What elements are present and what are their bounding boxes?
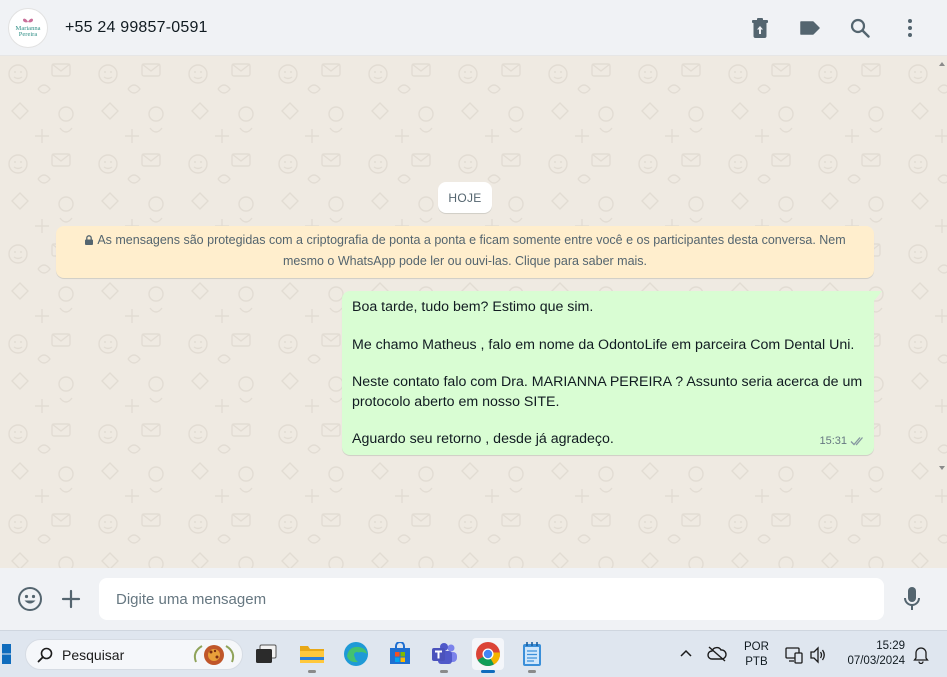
scroll-down-arrow-icon[interactable] (939, 466, 945, 470)
clock-date: 07/03/2024 (847, 655, 905, 667)
running-indicator (440, 670, 448, 673)
notepad-button[interactable] (516, 638, 548, 673)
chat-panel[interactable]: HOJE As mensagens são protegidas com a c… (0, 56, 947, 568)
message-composer (0, 568, 947, 630)
message-time: 15:31 (819, 434, 847, 447)
notification-bell-icon[interactable] (913, 646, 929, 664)
edge-browser-button[interactable] (340, 638, 372, 670)
label-chat-button[interactable] (795, 13, 825, 43)
file-explorer-button[interactable] (296, 638, 328, 673)
contact-avatar[interactable]: Marianna Pereira (8, 7, 48, 48)
folder-icon (300, 646, 324, 663)
chrome-icon (476, 642, 500, 667)
message-line: Aguardo seu retorno , desde já agradeço. (352, 431, 614, 447)
store-icon (390, 642, 410, 664)
search-icon (37, 647, 53, 662)
message-line: protocolo aberto em nosso SITE. (352, 393, 560, 410)
voice-message-button[interactable] (897, 584, 927, 614)
network-icon[interactable] (785, 646, 803, 664)
notepad-icon (523, 642, 541, 666)
system-clock[interactable]: 15:29 07/03/2024 (841, 639, 905, 669)
outgoing-message[interactable]: Boa tarde, tudo bem? Estimo que sim. Me … (342, 291, 882, 455)
input-language-indicator[interactable]: POR PTB (744, 640, 769, 670)
menu-icon (908, 19, 912, 37)
contact-name[interactable]: +55 24 99857-0591 (65, 19, 208, 37)
search-highlight-wreath-icon (193, 645, 235, 665)
chevron-up-icon[interactable] (679, 648, 693, 658)
emoji-icon (18, 587, 42, 611)
teams-icon (432, 643, 457, 664)
encryption-notice-line1: As mensagens são protegidas com a cripto… (97, 233, 846, 247)
chat-scrollbar[interactable] (937, 56, 947, 568)
message-input[interactable] (99, 578, 884, 620)
chrome-browser-button[interactable] (472, 638, 504, 673)
message-meta: 15:31 (819, 432, 866, 452)
windows-start-icon[interactable] (0, 643, 12, 665)
running-indicator (528, 670, 536, 673)
avatar-logo-text: Marianna Pereira (15, 24, 41, 38)
date-separator: HOJE (438, 182, 492, 213)
double-check-icon (850, 437, 863, 446)
task-view-button[interactable] (250, 638, 282, 670)
search-icon (850, 18, 870, 38)
microphone-icon (904, 587, 920, 610)
label-icon (800, 21, 820, 35)
microsoft-store-button[interactable] (384, 638, 416, 670)
encryption-notice-line2: mesmo o WhatsApp pode ler ou ouvi-las. C… (282, 254, 648, 268)
message-line: Neste contato falo com Dra. MARIANNA PER… (352, 374, 863, 390)
search-chat-button[interactable] (845, 13, 875, 43)
active-indicator (481, 670, 495, 673)
volume-icon[interactable] (809, 646, 827, 664)
delete-chat-button[interactable] (745, 13, 775, 43)
windows-taskbar: Pesquisar POR PTB 15:29 07/03/2024 (0, 630, 947, 677)
taskbar-search[interactable]: Pesquisar (25, 639, 243, 670)
delete-icon (752, 18, 768, 38)
chat-menu-button[interactable] (895, 13, 925, 43)
lock-icon (85, 235, 94, 245)
running-indicator (308, 670, 316, 673)
attach-button[interactable] (56, 584, 86, 614)
edge-icon (344, 642, 368, 666)
encryption-notice[interactable]: As mensagens são protegidas com a cripto… (56, 226, 874, 278)
cloud-offline-icon[interactable] (707, 646, 727, 662)
plus-icon (61, 589, 81, 609)
teams-button[interactable] (428, 638, 460, 673)
taskbar-search-label: Pesquisar (62, 646, 125, 663)
message-line: Boa tarde, tudo bem? Estimo que sim. (352, 299, 594, 315)
chat-header: Marianna Pereira +55 24 99857-0591 (0, 0, 947, 56)
emoji-button[interactable] (15, 584, 45, 614)
message-line: Me chamo Matheus , falo em nome da Odont… (352, 336, 855, 353)
clock-time: 15:29 (876, 640, 905, 652)
task-view-icon (256, 644, 277, 663)
scroll-up-arrow-icon[interactable] (939, 62, 945, 66)
